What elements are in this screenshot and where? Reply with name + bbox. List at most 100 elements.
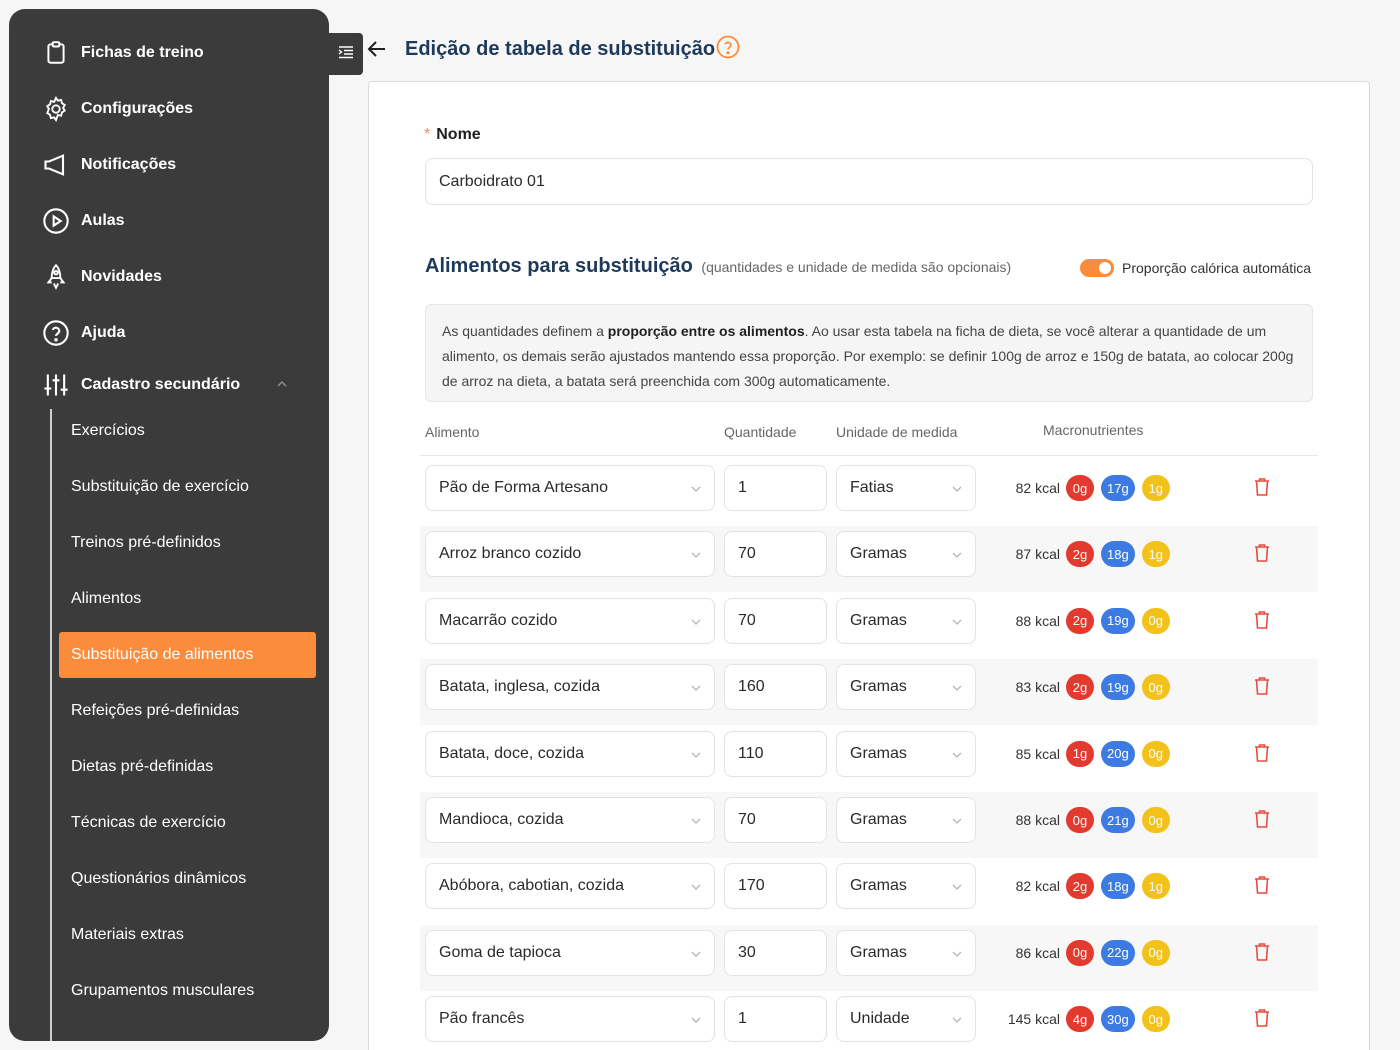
fat-badge: 0g bbox=[1141, 807, 1170, 833]
chevron-down-icon bbox=[951, 947, 963, 959]
fat-badge: 0g bbox=[1141, 740, 1170, 767]
chevron-down-icon bbox=[690, 748, 702, 760]
quantity-input[interactable] bbox=[724, 531, 827, 578]
help-icon[interactable] bbox=[716, 35, 740, 59]
sidebar-subitem-dietas-pre-definidas[interactable]: Dietas pré-definidas bbox=[59, 744, 316, 790]
food-select-value: Arroz branco cozido bbox=[439, 545, 582, 563]
unit-select[interactable]: Gramas bbox=[836, 797, 976, 843]
unit-select[interactable]: Gramas bbox=[836, 597, 976, 644]
quantity-input[interactable] bbox=[724, 664, 827, 711]
fat-badge: 0g bbox=[1141, 607, 1170, 634]
carb-badge: 22g bbox=[1101, 939, 1135, 966]
quantity-input[interactable] bbox=[724, 597, 827, 644]
sidebar-subitem-substituicao-alimentos[interactable]: Substituição de alimentos bbox=[59, 632, 316, 678]
rocket-icon bbox=[40, 261, 72, 293]
table-row: Arroz branco cozido Gramas 87 kcal 2g 18… bbox=[420, 526, 1318, 593]
macro-badges: 0g 21g 0g bbox=[1066, 807, 1170, 833]
play-circle-icon bbox=[40, 205, 72, 237]
sidebar-subitem-alimentos[interactable]: Alimentos bbox=[59, 576, 316, 622]
trash-icon[interactable] bbox=[1253, 676, 1271, 696]
protein-badge: 1g bbox=[1066, 740, 1094, 767]
trash-icon[interactable] bbox=[1253, 743, 1271, 763]
unit-select[interactable]: Fatias bbox=[836, 465, 976, 511]
kcal-value: 88 kcal bbox=[1015, 612, 1060, 629]
fat-badge: 0g bbox=[1141, 674, 1170, 701]
trash-icon[interactable] bbox=[1253, 477, 1271, 497]
sidebar-item-novidades[interactable]: Novidades bbox=[9, 253, 329, 301]
food-select[interactable]: Mandioca, cozida bbox=[425, 797, 715, 843]
quantity-input[interactable] bbox=[724, 929, 827, 976]
fat-badge: 1g bbox=[1141, 873, 1170, 900]
section-title-text: Alimentos para substituição bbox=[425, 255, 693, 277]
macro-badges: 2g 19g 0g bbox=[1066, 607, 1170, 634]
sliders-icon bbox=[40, 369, 72, 401]
trash-icon[interactable] bbox=[1253, 809, 1271, 829]
food-select[interactable]: Pão francês bbox=[425, 996, 715, 1043]
sidebar-collapse-button[interactable] bbox=[329, 33, 363, 75]
sidebar-subitem-tecnicas-exercicio[interactable]: Técnicas de exercício bbox=[59, 800, 316, 846]
caloric-proportion-toggle[interactable] bbox=[1080, 259, 1114, 277]
name-label: * Nome bbox=[424, 126, 481, 144]
trash-icon[interactable] bbox=[1253, 610, 1271, 630]
sidebar-subitem-substituicao-exercicio[interactable]: Substituição de exercício bbox=[59, 464, 316, 510]
table-row: Batata, inglesa, cozida Gramas 83 kcal 2… bbox=[420, 659, 1318, 726]
chevron-down-icon bbox=[690, 482, 702, 494]
food-select[interactable]: Batata, doce, cozida bbox=[425, 730, 715, 777]
food-select[interactable]: Abóbora, cabotian, cozida bbox=[425, 863, 715, 910]
unit-select[interactable]: Gramas bbox=[836, 929, 976, 976]
info-box: As quantidades definem a proporção entre… bbox=[425, 304, 1313, 402]
unit-select[interactable]: Gramas bbox=[836, 730, 976, 777]
sidebar-subitem-questionarios-dinamicos[interactable]: Questionários dinâmicos bbox=[59, 856, 316, 902]
trash-icon[interactable] bbox=[1253, 875, 1271, 895]
macro-badges: 2g 19g 0g bbox=[1066, 674, 1170, 701]
back-arrow-icon[interactable] bbox=[366, 38, 388, 60]
unit-select[interactable]: Unidade bbox=[836, 996, 976, 1043]
food-select[interactable]: Goma de tapioca bbox=[425, 929, 715, 976]
unit-select[interactable]: Gramas bbox=[836, 531, 976, 578]
food-select[interactable]: Pão de Forma Artesano bbox=[425, 465, 715, 511]
unit-select-value: Gramas bbox=[850, 943, 907, 961]
sidebar-subitem-treinos-pre-definidos[interactable]: Treinos pré-definidos bbox=[59, 520, 316, 566]
unit-select[interactable]: Gramas bbox=[836, 863, 976, 910]
table-row: Abóbora, cabotian, cozida Gramas 82 kcal… bbox=[420, 858, 1318, 924]
quantity-input[interactable] bbox=[724, 863, 827, 910]
sidebar-item-aulas[interactable]: Aulas bbox=[9, 197, 329, 245]
quantity-input[interactable] bbox=[724, 465, 827, 511]
sidebar-item-notificacoes[interactable]: Notificações bbox=[9, 141, 329, 189]
column-header-food: Alimento bbox=[425, 424, 480, 440]
food-select-value: Pão francês bbox=[439, 1010, 525, 1028]
trash-icon[interactable] bbox=[1253, 543, 1271, 563]
sidebar-item-ajuda[interactable]: Ajuda bbox=[9, 309, 329, 357]
unit-select-value: Unidade bbox=[850, 1010, 910, 1028]
food-select[interactable]: Batata, inglesa, cozida bbox=[425, 664, 715, 711]
toggle-label: Proporção calórica automática bbox=[1122, 260, 1312, 276]
food-select[interactable]: Macarrão cozido bbox=[425, 597, 715, 644]
name-input[interactable] bbox=[425, 158, 1313, 205]
chevron-down-icon bbox=[690, 880, 702, 892]
sidebar-item-configuracoes[interactable]: Configurações bbox=[9, 85, 329, 133]
carb-badge: 19g bbox=[1101, 607, 1135, 634]
sidebar-subitem-refeicoes-pre-definidas[interactable]: Refeições pré-definidas bbox=[59, 688, 316, 734]
chevron-up-icon[interactable] bbox=[275, 377, 289, 391]
quantity-input[interactable] bbox=[724, 996, 827, 1043]
trash-icon[interactable] bbox=[1253, 942, 1271, 962]
carb-badge: 30g bbox=[1101, 1006, 1135, 1033]
unit-select[interactable]: Gramas bbox=[836, 664, 976, 711]
protein-badge: 2g bbox=[1066, 541, 1094, 568]
sidebar-item-label: Notificações bbox=[81, 156, 177, 173]
sidebar-item-fichas-de-treino[interactable]: Fichas de treino bbox=[9, 29, 329, 77]
unit-select-value: Gramas bbox=[850, 744, 907, 762]
sidebar-subitem-grupamentos-musculares[interactable]: Grupamentos musculares bbox=[59, 968, 316, 1014]
quantity-input[interactable] bbox=[724, 730, 827, 777]
sidebar-subitem-exercicios[interactable]: Exercícios bbox=[59, 408, 316, 454]
trash-icon[interactable] bbox=[1253, 1008, 1271, 1028]
quantity-input[interactable] bbox=[724, 797, 827, 843]
sidebar-subitem-materiais-extras[interactable]: Materiais extras bbox=[59, 912, 316, 958]
food-select[interactable]: Arroz branco cozido bbox=[425, 531, 715, 578]
fat-badge: 1g bbox=[1141, 475, 1170, 501]
macro-badges: 2g 18g 1g bbox=[1066, 873, 1170, 900]
carb-badge: 20g bbox=[1101, 740, 1135, 767]
chevron-down-icon bbox=[951, 748, 963, 760]
kcal-value: 87 kcal bbox=[1015, 546, 1060, 563]
chevron-down-icon bbox=[690, 548, 702, 560]
